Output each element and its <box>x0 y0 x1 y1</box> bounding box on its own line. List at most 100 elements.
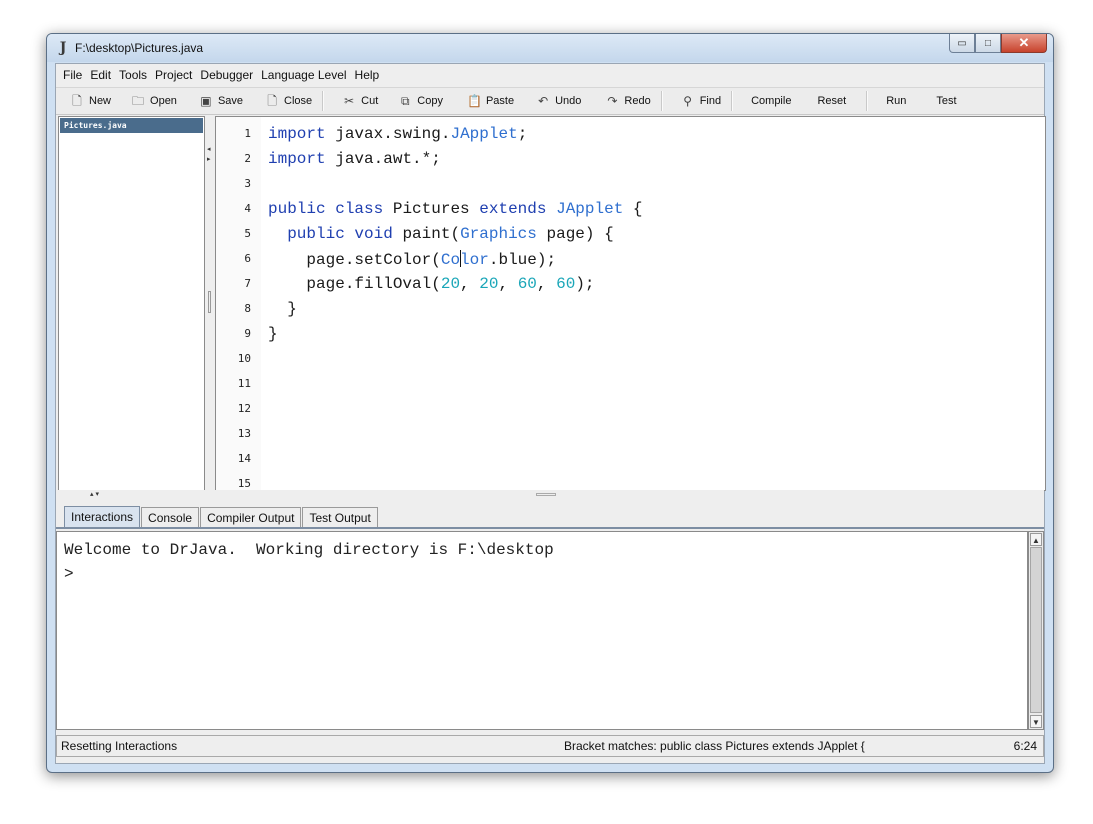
code-line-9: } <box>268 325 278 343</box>
menu-bar: File Edit Tools Project Debugger Languag… <box>56 64 1044 86</box>
code-line-5: public void paint(Graphics page) { <box>287 225 614 243</box>
find-label: Find <box>699 95 722 107</box>
maximize-icon: □ <box>984 37 992 49</box>
file-item-pictures[interactable]: Pictures.java <box>60 118 203 133</box>
run-label: Run <box>886 95 907 107</box>
close-window-button[interactable]: ✕ <box>1001 34 1047 53</box>
undo-button[interactable]: ↶ Undo <box>530 90 587 112</box>
toolbar: 🗋 New 🗀 Open ▣ Save 🗋 Close ✂ Cut ⧉ Copy 📋 Past… <box>56 87 1044 115</box>
save-label: Save <box>217 95 244 107</box>
vertical-splitter[interactable]: ◂ ▸ <box>206 116 214 489</box>
tab-compiler-output[interactable]: Compiler Output <box>200 507 302 528</box>
line-number: 13 <box>237 427 251 440</box>
window-title: F:\desktop\Pictures.java <box>75 41 204 55</box>
line-number: 1 <box>244 127 251 140</box>
run-button[interactable]: Run <box>880 90 912 112</box>
drjava-window: J F:\desktop\Pictures.java ▭ □ ✕ File Ed… <box>46 33 1054 773</box>
interactions-pane[interactable]: Welcome to DrJava. Working directory is … <box>56 531 1028 730</box>
code-editor[interactable]: 1 2 3 4 5 6 7 8 9 10 11 12 13 14 15 impo… <box>215 116 1046 491</box>
client-area: File Edit Tools Project Debugger Languag… <box>55 63 1046 764</box>
toolbar-separator <box>731 91 734 111</box>
line-number: 15 <box>237 477 251 490</box>
console-prompt[interactable]: > <box>64 565 74 583</box>
menu-project[interactable]: Project <box>151 68 196 82</box>
redo-button[interactable]: ↷ Redo <box>599 90 656 112</box>
line-number: 6 <box>244 252 251 265</box>
code-line-6: page.setColor(Color.blue); <box>306 250 557 269</box>
menu-edit[interactable]: Edit <box>86 68 115 82</box>
close-button[interactable]: 🗋 Close <box>259 90 318 112</box>
code-line-1: import javax.swing.JApplet; <box>268 125 528 143</box>
tab-underline <box>56 527 1044 529</box>
window-controls: ▭ □ ✕ <box>949 34 1047 54</box>
menu-file[interactable]: File <box>56 68 86 82</box>
undo-icon: ↶ <box>538 94 549 108</box>
compile-label: Compile <box>751 95 792 107</box>
interactions-scrollbar[interactable]: ▲ ▼ <box>1028 531 1044 730</box>
paste-label: Paste <box>485 95 515 107</box>
expand-right-icon[interactable]: ▸ <box>207 156 211 163</box>
line-number: 4 <box>244 202 251 215</box>
line-number: 10 <box>237 352 251 365</box>
line-number: 7 <box>244 277 251 290</box>
code-line-4: public class Pictures extends JApplet { <box>268 200 643 218</box>
splitter-grip[interactable] <box>536 493 556 496</box>
compile-button[interactable]: Compile <box>745 90 797 112</box>
line-number: 11 <box>237 377 251 390</box>
cut-label: Cut <box>361 95 379 107</box>
code-line-8: } <box>287 300 297 318</box>
minimize-button[interactable]: ▭ <box>949 34 975 53</box>
toolbar-separator <box>866 91 869 111</box>
copy-button[interactable]: ⧉ Copy <box>392 90 449 112</box>
bottom-tabs: Interactions Console Compiler Output Tes… <box>64 506 379 528</box>
line-number: 3 <box>244 177 251 190</box>
save-button[interactable]: ▣ Save <box>193 90 249 112</box>
code-line-2: import java.awt.*; <box>268 150 441 168</box>
tab-test-output[interactable]: Test Output <box>302 507 378 528</box>
new-button[interactable]: 🗋 New <box>64 90 117 112</box>
clipboard-icon: 📋 <box>466 94 482 108</box>
line-number: 8 <box>244 302 251 315</box>
new-label: New <box>89 95 112 107</box>
open-folder-icon: 🗀 <box>132 94 145 108</box>
line-number: 12 <box>237 402 251 415</box>
test-button[interactable]: Test <box>930 90 962 112</box>
test-label: Test <box>936 95 957 107</box>
new-file-icon: 🗋 <box>72 94 82 108</box>
horizontal-splitter[interactable]: ▴▾ <box>56 490 1044 500</box>
paste-button[interactable]: 📋 Paste <box>461 90 520 112</box>
menu-help[interactable]: Help <box>351 68 384 82</box>
scroll-down-icon[interactable]: ▼ <box>1030 715 1042 728</box>
bracket-match-info: Bracket matches: public class Pictures e… <box>564 739 865 753</box>
line-number: 2 <box>244 152 251 165</box>
close-icon: ✕ <box>1018 35 1030 50</box>
scroll-up-icon[interactable]: ▲ <box>1030 533 1042 546</box>
open-button[interactable]: 🗀 Open <box>125 90 183 112</box>
drjava-icon: J <box>59 40 67 56</box>
cut-button[interactable]: ✂ Cut <box>336 90 384 112</box>
split-arrows-icon[interactable]: ▴▾ <box>90 490 101 498</box>
close-file-icon: 🗋 <box>267 94 277 108</box>
menu-language-level[interactable]: Language Level <box>257 68 350 82</box>
collapse-left-icon[interactable]: ◂ <box>207 146 211 153</box>
status-message: Resetting Interactions <box>61 739 178 753</box>
scissors-icon: ✂ <box>344 94 355 108</box>
title-bar[interactable]: J F:\desktop\Pictures.java ▭ □ ✕ <box>47 34 1053 62</box>
splitter-grip[interactable] <box>208 291 211 313</box>
minimize-icon: ▭ <box>957 37 967 49</box>
find-button[interactable]: ⚲ Find <box>675 90 727 112</box>
line-number: 5 <box>244 227 251 240</box>
toolbar-separator <box>660 91 663 111</box>
toolbar-separator <box>322 91 325 111</box>
file-list-panel[interactable]: Pictures.java <box>58 116 205 491</box>
tab-interactions[interactable]: Interactions <box>64 506 141 528</box>
close-label: Close <box>284 95 313 107</box>
redo-icon: ↷ <box>607 94 618 108</box>
reset-button[interactable]: Reset <box>811 90 852 112</box>
tab-console[interactable]: Console <box>141 507 200 528</box>
menu-tools[interactable]: Tools <box>115 68 151 82</box>
scroll-thumb[interactable] <box>1030 547 1042 713</box>
menu-debugger[interactable]: Debugger <box>196 68 257 82</box>
status-bar: Resetting Interactions Bracket matches: … <box>56 735 1044 757</box>
maximize-button[interactable]: □ <box>975 34 1001 53</box>
